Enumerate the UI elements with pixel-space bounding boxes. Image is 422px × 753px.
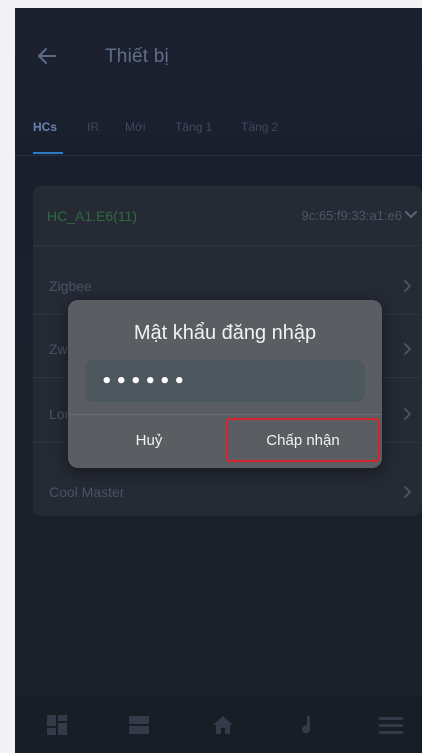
home-icon [213,716,233,734]
dialog-title: Mật khẩu đăng nhập [133,322,317,344]
chevron-right-icon [404,408,412,420]
devices-icon [129,716,149,734]
chevron-down-icon [405,211,417,219]
login-password-dialog: Mật khẩu đăng nhập Huỷ Chấp nhận [68,300,382,468]
menu-icon [379,717,403,734]
arrow-left-icon [38,48,56,64]
tab-moi[interactable]: Mới [125,120,146,134]
hc-mac-address: 9c:65:f9:33:a1:e6 [301,208,402,223]
tab-ir[interactable]: IR [87,120,99,134]
header: Thiết bị [15,8,422,108]
back-button[interactable] [35,44,59,68]
row-label: Cool Master [49,484,125,500]
page-title: Thiết bị [105,46,169,67]
row-label: Zigbee [49,278,92,294]
tab-tang-1[interactable]: Tầng 1 [175,120,212,134]
list-item[interactable]: Cool Master [33,464,422,521]
nav-music[interactable] [297,713,321,737]
hc-name: HC_A1.E6(11) [47,208,138,224]
chevron-right-icon [404,280,412,292]
music-icon [302,716,311,734]
active-tab-indicator [33,152,63,154]
nav-devices[interactable] [127,713,151,737]
nav-menu[interactable] [377,713,403,737]
tab-bar: HCs IR Mới Tầng 1 Tầng 2 [15,108,422,156]
password-field[interactable] [85,360,365,402]
app-screen: Thiết bị HCs IR Mới Tầng 1 Tầng 2 HC_A1.… [15,8,422,753]
chevron-right-icon [404,343,412,355]
accept-button[interactable]: Chấp nhận [226,418,380,462]
nav-dashboard[interactable] [45,713,69,737]
nav-home[interactable] [211,713,235,737]
dashboard-icon [47,715,67,735]
bottom-nav [15,697,422,753]
divider [68,414,382,415]
hc-selector[interactable]: HC_A1.E6(11) 9c:65:f9:33:a1:e6 [33,186,422,246]
tab-hcs[interactable]: HCs [33,120,57,134]
tab-tang-2[interactable]: Tầng 2 [241,120,278,134]
cancel-button[interactable]: Huỷ [84,418,214,462]
chevron-right-icon [404,486,412,498]
